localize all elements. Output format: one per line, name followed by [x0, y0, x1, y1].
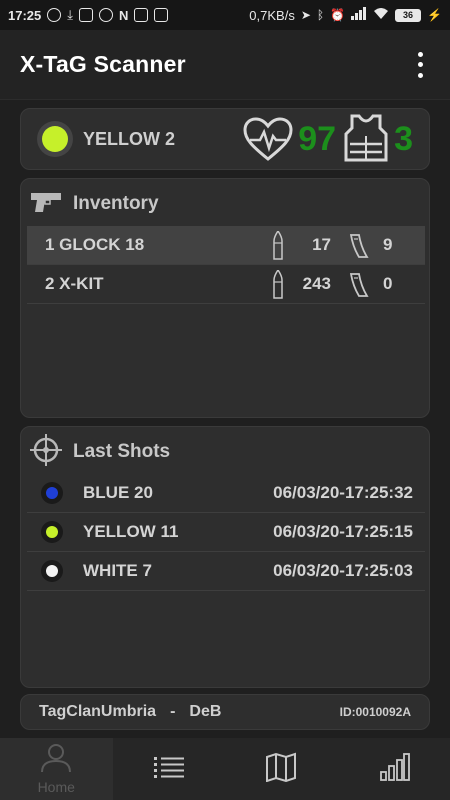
- network-speed: 0,7KB/s: [249, 7, 295, 23]
- clan-name: TagClanUmbria: [39, 703, 157, 720]
- magazine-count: 0: [383, 274, 393, 293]
- inventory-card: Inventory 1 GLOCK 18 17 9 2 X-KIT 243 0: [20, 178, 430, 418]
- map-icon: [265, 752, 297, 787]
- nav-list[interactable]: [113, 738, 226, 800]
- inventory-header: Inventory: [21, 179, 429, 229]
- weapon-name: 1 GLOCK 18: [45, 235, 145, 254]
- ammo-count: 243: [302, 274, 331, 293]
- battery-icon: 36: [395, 8, 422, 22]
- shooter-name: BLUE 20: [83, 483, 153, 502]
- crosshair-icon: [29, 433, 63, 472]
- alarm-icon: ⏰: [330, 8, 346, 22]
- location-icon: ➤: [300, 8, 311, 22]
- shooter-name: YELLOW 11: [83, 522, 179, 541]
- nav-home-label: Home: [37, 779, 75, 795]
- device-id: ID:0010092A: [339, 705, 411, 719]
- charging-icon: ⚡: [427, 8, 442, 22]
- bluetooth-icon: ᛒ: [316, 8, 325, 22]
- list-icon: [153, 755, 185, 784]
- player-name: YELLOW 2: [83, 128, 176, 149]
- shot-row[interactable]: YELLOW 11 06/03/20-17:25:15: [27, 513, 425, 552]
- inventory-item[interactable]: 1 GLOCK 18 17 9: [27, 226, 425, 265]
- app-title: X-TaG Scanner: [20, 51, 186, 77]
- footer-card: TagClanUmbria - DeB ID:0010092A: [20, 694, 430, 730]
- signal-icon: [351, 7, 367, 23]
- last-shots-header: Last Shots: [21, 427, 429, 477]
- bottom-navigation: Home: [0, 738, 450, 800]
- status-bar: 17:25 ⤓ N 0,7KB/s ➤ ᛒ ⏰ 36 ⚡: [0, 0, 450, 30]
- shooter-name: WHITE 7: [83, 561, 152, 580]
- wifi-icon: [373, 7, 389, 23]
- magazine-icon: [349, 233, 369, 264]
- shot-row[interactable]: BLUE 20 06/03/20-17:25:32: [27, 474, 425, 513]
- magazine-icon: [349, 272, 369, 303]
- app-bar: X-TaG Scanner: [0, 30, 450, 100]
- vest-icon: [342, 114, 390, 164]
- notification-icons: ⤓ N: [47, 7, 169, 23]
- inventory-title: Inventory: [73, 193, 159, 214]
- nav-home[interactable]: Home: [0, 738, 113, 800]
- nav-map[interactable]: [225, 738, 338, 800]
- whatsapp-icon: [47, 8, 62, 22]
- armor-value: 3: [394, 119, 413, 158]
- shot-time: 06/03/20-17:25:32: [273, 483, 413, 502]
- inventory-item[interactable]: 2 X-KIT 243 0: [27, 265, 425, 304]
- player-tag: DeB: [189, 703, 222, 720]
- bullet-icon: [273, 268, 283, 305]
- bullet-icon: [273, 229, 283, 266]
- download-icon: ⤓: [67, 7, 73, 22]
- shooter-color-indicator: [41, 560, 63, 582]
- app-notification-icon: [99, 8, 113, 22]
- shield-icon: [134, 8, 149, 22]
- player-card: YELLOW 2 97 3: [20, 108, 430, 170]
- android-icon: [79, 8, 93, 22]
- team-color-dot: [42, 126, 68, 152]
- status-time: 17:25: [8, 7, 42, 23]
- footer-separator: -: [170, 703, 176, 720]
- car-icon: [154, 8, 169, 22]
- shot-row[interactable]: WHITE 7 06/03/20-17:25:03: [27, 552, 425, 591]
- overflow-menu-icon[interactable]: [410, 51, 430, 78]
- shot-time: 06/03/20-17:25:03: [273, 561, 413, 580]
- bar-chart-icon: [378, 752, 410, 787]
- last-shots-card: Last Shots BLUE 20 06/03/20-17:25:32 YEL…: [20, 426, 430, 688]
- health-value: 97: [298, 119, 337, 158]
- shooter-color-indicator: [41, 482, 63, 504]
- n-notification-icon: N: [119, 7, 129, 23]
- ammo-count: 17: [312, 235, 331, 254]
- weapon-name: 2 X-KIT: [45, 274, 104, 293]
- nav-stats[interactable]: [338, 738, 450, 800]
- magazine-count: 9: [383, 235, 393, 254]
- pistol-icon: [29, 190, 63, 219]
- team-color-indicator: [37, 121, 73, 157]
- heart-pulse-icon: [242, 116, 294, 162]
- shot-time: 06/03/20-17:25:15: [273, 522, 413, 541]
- last-shots-title: Last Shots: [73, 441, 171, 462]
- person-icon: [39, 743, 73, 778]
- shooter-color-indicator: [41, 521, 63, 543]
